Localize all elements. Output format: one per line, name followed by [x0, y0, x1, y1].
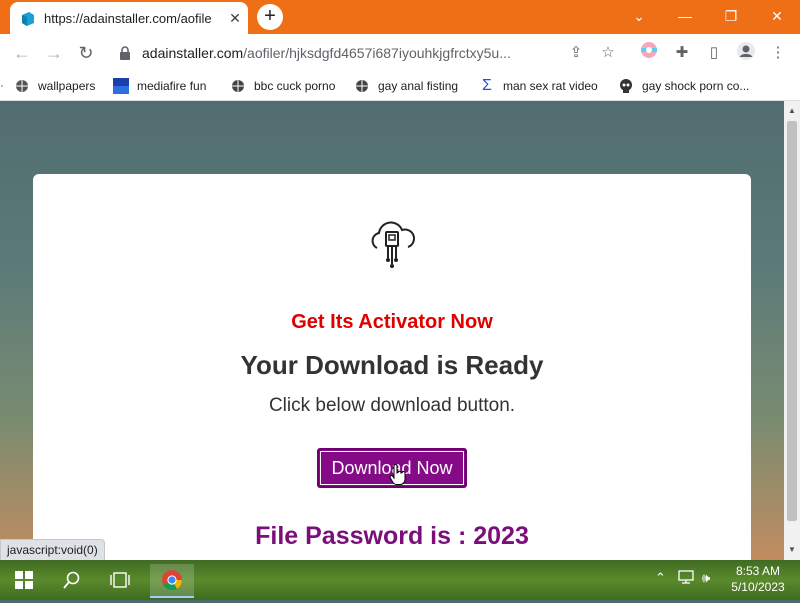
search-icon[interactable] [52, 564, 92, 596]
scroll-down-icon[interactable]: ▼ [784, 542, 800, 558]
taskbar-chrome-button[interactable] [150, 564, 194, 598]
task-view-icon[interactable] [100, 564, 140, 596]
bookmark-label: gay anal fisting [378, 79, 459, 93]
site-favicon-icon [22, 12, 34, 26]
new-tab-button[interactable]: + [257, 4, 283, 30]
taskbar-clock[interactable]: 8:53 AM 5/10/2023 [720, 563, 796, 595]
sigma-icon: Σ [482, 77, 492, 94]
address-bar[interactable]: adainstaller.com/aofiler/hjksdgfd4657i68… [108, 37, 628, 69]
bookmark-partial[interactable]: · [0, 77, 12, 95]
clock-date: 5/10/2023 [731, 580, 785, 594]
bookmark-bbc[interactable]: bbc cuck porno [230, 77, 335, 95]
browser-title-bar: https://adainstaller.com/aofile ✕ + ⌄ — … [0, 0, 800, 34]
bookmark-gay-anal[interactable]: gay anal fisting [354, 77, 458, 95]
share-icon[interactable]: ⇪ [564, 41, 588, 65]
menu-icon[interactable]: ⋮ [766, 41, 790, 65]
scroll-thumb[interactable] [787, 121, 797, 521]
globe-icon [14, 78, 30, 94]
browser-toolbar: ← → ↻ adainstaller.com/aofiler/hjksdgfd4… [0, 34, 800, 72]
volume-icon[interactable]: 🕪 [702, 570, 710, 586]
bookmark-label: wallpapers [38, 79, 96, 93]
start-icon[interactable] [4, 564, 44, 596]
windows-taskbar: ⌃ 🕪 8:53 AM 5/10/2023 [0, 560, 800, 600]
download-ready-heading: Your Download is Ready [240, 350, 544, 380]
tab-title: https://adainstaller.com/aofile [44, 11, 212, 26]
globe-icon: · [0, 80, 4, 92]
mft-icon [113, 78, 129, 94]
page-scrollbar[interactable]: ▲ ▼ [784, 101, 800, 560]
sidepanel-icon[interactable]: ▯ [702, 41, 726, 65]
lock-icon [120, 46, 130, 60]
file-password-text: File Password is : 2023 [255, 522, 529, 550]
clock-time: 8:53 AM [735, 564, 781, 578]
url-path: /aofiler/hjksdgfd4657i687iyouhkjgfrctxy5… [243, 45, 511, 61]
scroll-up-icon[interactable]: ▲ [784, 103, 800, 119]
minimize-button[interactable]: — [666, 4, 704, 28]
globe-icon [354, 78, 370, 94]
bookmark-mediafire-fun[interactable]: mediafire fun [113, 77, 206, 95]
globe-icon [230, 78, 246, 94]
bookmarks-bar: · wallpapers mediafire fun bbc cuck porn… [0, 72, 800, 101]
show-hidden-icons-icon[interactable]: ⌃ [655, 570, 666, 586]
browser-tab[interactable]: https://adainstaller.com/aofile ✕ [10, 2, 248, 34]
page-background: Get Its Activator Now Your Download is R… [0, 101, 784, 574]
back-icon[interactable]: ← [10, 41, 34, 65]
tab-search-icon[interactable]: ⌄ [620, 4, 658, 28]
extension-icon[interactable] [637, 41, 661, 65]
url-text: adainstaller.com/aofiler/hjksdgfd4657i68… [142, 45, 562, 61]
url-domain: adainstaller.com [142, 45, 244, 61]
bookmark-label: mediafire fun [137, 79, 207, 93]
cloud-download-icon [371, 221, 415, 268]
bookmark-gay-shock[interactable]: gay shock porn co... [618, 77, 749, 95]
hand-cursor-icon [389, 464, 406, 485]
bookmark-wallpapers[interactable]: wallpapers [14, 77, 95, 95]
bookmark-label: bbc cuck porno [254, 79, 336, 93]
bookmark-man-sex[interactable]: Σ man sex rat video [479, 77, 598, 95]
instruction-text: Click below download button. [268, 395, 516, 416]
star-icon[interactable]: ☆ [596, 41, 620, 65]
bookmark-label: man sex rat video [503, 79, 598, 93]
tab-close-icon[interactable]: ✕ [226, 9, 244, 27]
close-window-button[interactable]: ✕ [758, 4, 796, 28]
puzzle-icon[interactable]: ✚ [670, 41, 694, 65]
bookmark-label: gay shock porn co... [642, 79, 750, 93]
restore-button[interactable]: ❐ [712, 4, 750, 28]
activator-heading: Get Its Activator Now [291, 311, 493, 333]
download-card: Get Its Activator Now Your Download is R… [33, 174, 751, 574]
chrome-icon [162, 570, 183, 591]
network-icon[interactable] [678, 570, 694, 587]
forward-icon[interactable]: → [42, 41, 66, 65]
profile-icon[interactable] [734, 41, 758, 65]
status-bar-url: javascript:void(0) [0, 539, 105, 561]
reload-icon[interactable]: ↻ [74, 41, 98, 65]
skull-icon [618, 78, 634, 94]
